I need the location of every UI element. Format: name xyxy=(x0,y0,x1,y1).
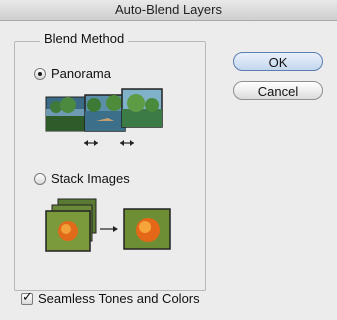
stack-images-label: Stack Images xyxy=(51,171,130,186)
cancel-button[interactable]: Cancel xyxy=(233,81,323,100)
panorama-option[interactable]: Panorama xyxy=(34,66,111,81)
seamless-checkbox[interactable] xyxy=(21,290,33,305)
dialog-body: Blend Method Panorama Stack Images OK Ca… xyxy=(0,21,337,320)
stack-images-option[interactable]: Stack Images xyxy=(34,171,130,186)
panorama-icon xyxy=(45,88,163,146)
blend-method-label: Blend Method xyxy=(40,31,129,46)
seamless-tones-option[interactable]: Seamless Tones and Colors xyxy=(21,290,200,306)
panorama-radio[interactable] xyxy=(34,67,46,80)
panorama-label: Panorama xyxy=(51,66,111,81)
stack-images-radio[interactable] xyxy=(34,172,46,185)
window-title: Auto-Blend Layers xyxy=(0,0,337,21)
stack-images-icon xyxy=(45,198,171,252)
seamless-label: Seamless Tones and Colors xyxy=(38,291,200,306)
ok-button[interactable]: OK xyxy=(233,52,323,71)
